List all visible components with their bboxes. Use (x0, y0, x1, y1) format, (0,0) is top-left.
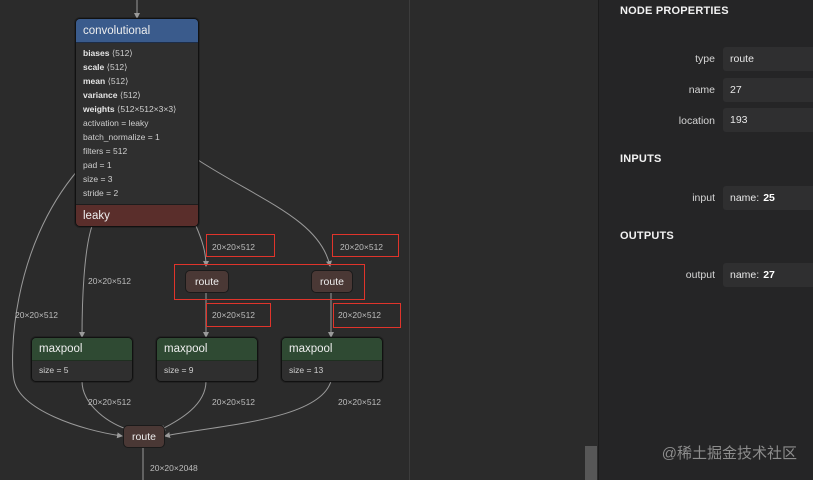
input-key: input (692, 192, 715, 204)
maxpool-title: maxpool (157, 338, 257, 361)
edge-label-final-out: 20×20×2048 (150, 463, 198, 473)
highlight-box-right-top (332, 234, 399, 257)
attr-batch-normalize: batch_normalize = 1 (83, 132, 160, 142)
attr-pad: pad = 1 (83, 160, 112, 170)
leaky-activation[interactable]: leaky (76, 204, 198, 226)
route-node-right[interactable]: route (311, 270, 353, 293)
output-value[interactable]: name: 27 (723, 263, 813, 287)
conv-node-title: convolutional (76, 19, 198, 43)
route-node-left[interactable]: route (185, 270, 229, 293)
highlight-box-mid-bottom (206, 303, 271, 327)
edge-label-pool1-out: 20×20×512 (88, 397, 132, 407)
node-properties-panel: NODE PROPERTIES type route name 27 locat… (598, 0, 813, 480)
maxpool-title: maxpool (282, 338, 382, 361)
prop-value-name[interactable]: 27 (723, 78, 813, 102)
maxpool-attr: size = 9 (157, 361, 257, 381)
maxpool-node-2[interactable]: maxpool size = 9 (156, 337, 258, 382)
maxpool-attr: size = 13 (282, 361, 382, 381)
edge-label-pool2-out: 20×20×512 (212, 397, 256, 407)
edge-label-left-inner: 20×20×512 (88, 276, 132, 286)
init-biases: biases ⟨512⟩ (83, 48, 133, 58)
edge-label-left-outer: 20×20×512 (15, 310, 59, 320)
prop-key-location: location (678, 115, 715, 127)
watermark: @稀土掘金技术社区 (661, 445, 797, 462)
graph-scrollbar[interactable] (585, 446, 597, 480)
inputs-title: INPUTS (620, 153, 662, 165)
edge-label-pool3-out: 20×20×512 (338, 397, 382, 407)
graph-canvas[interactable]: convolutional biases ⟨512⟩ scale ⟨512⟩ m… (0, 0, 598, 480)
outputs-title: OUTPUTS (620, 230, 674, 242)
prop-value-type[interactable]: route (723, 47, 813, 71)
prop-key-name: name (688, 84, 715, 96)
highlight-box-mid-top (206, 234, 275, 257)
init-scale: scale ⟨512⟩ (83, 62, 128, 72)
maxpool-attr: size = 5 (32, 361, 132, 381)
init-mean: mean ⟨512⟩ (83, 76, 129, 86)
output-key: output (685, 269, 715, 281)
maxpool-node-3[interactable]: maxpool size = 13 (281, 337, 383, 382)
prop-value-location[interactable]: 193 (723, 108, 813, 132)
attr-filters: filters = 512 (83, 146, 128, 156)
attr-stride: stride = 2 (83, 188, 119, 198)
init-variance: variance ⟨512⟩ (83, 90, 141, 100)
maxpool-title: maxpool (32, 338, 132, 361)
maxpool-node-1[interactable]: maxpool size = 5 (31, 337, 133, 382)
conv-node[interactable]: convolutional biases ⟨512⟩ scale ⟨512⟩ m… (75, 18, 199, 227)
attr-size: size = 3 (83, 174, 113, 184)
input-value[interactable]: name: 25 (723, 186, 813, 210)
init-weights: weights ⟨512×512×3×3⟩ (83, 104, 177, 114)
highlight-box-right-bottom (333, 303, 401, 328)
attr-activation: activation = leaky (83, 118, 149, 128)
prop-key-type: type (695, 53, 715, 65)
conv-node-attributes: biases ⟨512⟩ scale ⟨512⟩ mean ⟨512⟩ vari… (76, 43, 198, 204)
route-node-bottom[interactable]: route (123, 425, 165, 448)
panel-title: NODE PROPERTIES (620, 5, 729, 17)
